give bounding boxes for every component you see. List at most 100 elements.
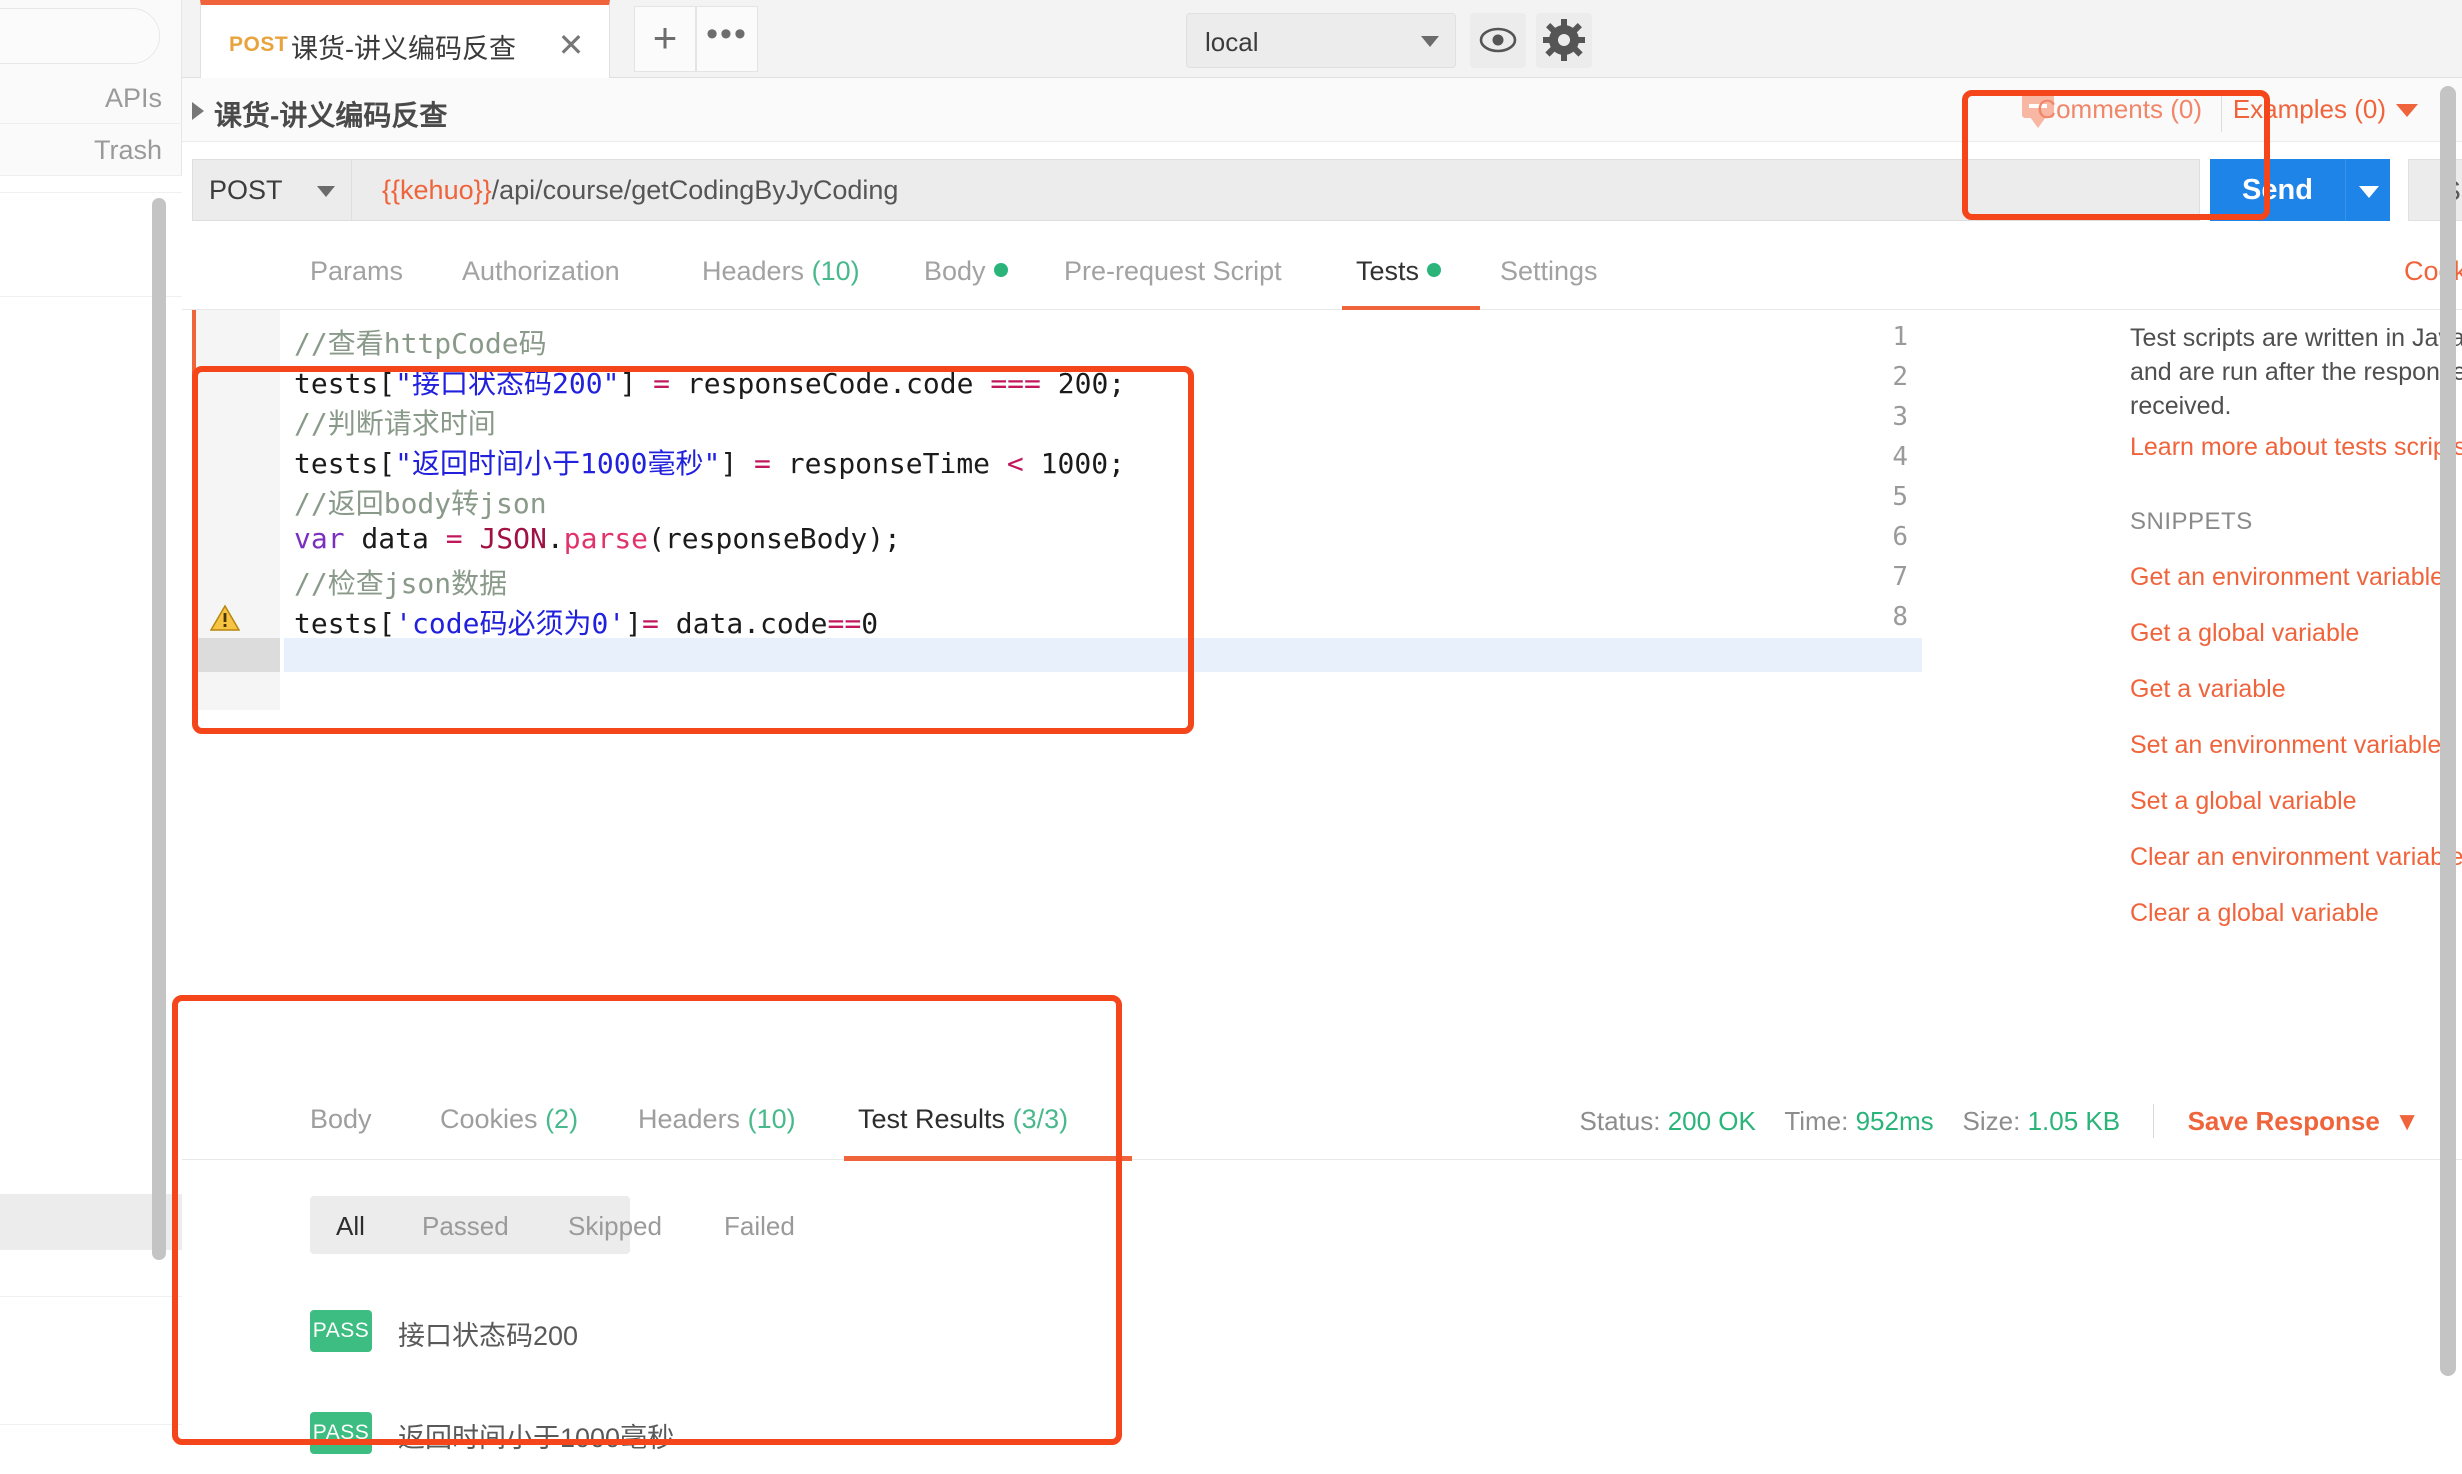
code-line: //检查json数据 bbox=[294, 562, 507, 602]
send-button[interactable]: Send bbox=[2210, 159, 2390, 221]
divider bbox=[2221, 90, 2222, 132]
code-token: var bbox=[294, 522, 345, 555]
environment-selected-label: local bbox=[1205, 27, 1259, 57]
line-number: 8 bbox=[1892, 602, 1908, 632]
learn-more-link[interactable]: Learn more about tests scripts bbox=[2130, 433, 2462, 462]
filter-all[interactable]: All bbox=[336, 1211, 365, 1242]
plus-icon[interactable]: + bbox=[634, 6, 696, 72]
sidebar-scrollbar[interactable] bbox=[152, 198, 166, 1260]
gear-icon[interactable] bbox=[1536, 13, 1592, 68]
code-token: = bbox=[754, 447, 771, 480]
code-line: //查看httpCode码 bbox=[294, 322, 547, 362]
close-icon[interactable]: ✕ bbox=[551, 25, 591, 65]
sidebar-item-label: APIs bbox=[104, 83, 162, 113]
code-line: tests["接口状态码200"] = responseCode.code ==… bbox=[294, 362, 1125, 402]
snippet-item[interactable]: Get a global variable bbox=[2130, 619, 2462, 648]
code-token: //判断请求时间 bbox=[294, 407, 496, 440]
line-number: 1 bbox=[1892, 322, 1908, 352]
code-token: parse bbox=[563, 522, 649, 555]
filter-skipped[interactable]: Skipped bbox=[568, 1211, 662, 1242]
code-token: = bbox=[653, 367, 671, 400]
url-bar: POST {{kehuo}}/api/course/getCodingByJyC… bbox=[182, 142, 2462, 238]
http-method-select[interactable]: POST bbox=[192, 159, 352, 221]
tab-settings[interactable]: Settings bbox=[1500, 256, 1598, 287]
snippet-item[interactable]: Set a global variable bbox=[2130, 787, 2462, 816]
code-token: JSON bbox=[479, 522, 547, 555]
line-number: 7 bbox=[1892, 562, 1908, 592]
code-token: == bbox=[827, 607, 862, 640]
code-token: 'code码必须为0' bbox=[395, 607, 626, 640]
tests-code-editor[interactable]: //查看httpCode码 tests["接口状态码200"] = respons… bbox=[192, 310, 1922, 710]
line-number: 2 bbox=[1892, 362, 1908, 392]
tab-label: Tests bbox=[1356, 256, 1420, 286]
chevron-down-icon bbox=[1421, 36, 1439, 47]
tab-count: (10) bbox=[811, 256, 860, 286]
snippet-item[interactable]: Clear an environment variable bbox=[2130, 843, 2462, 872]
response-status-group: Status: 200 OK Time: 952ms Size: 1.05 KB… bbox=[1580, 1104, 2420, 1138]
snippet-item[interactable]: Get a variable bbox=[2130, 675, 2462, 704]
chevron-right-icon[interactable] bbox=[192, 102, 204, 120]
code-token: data bbox=[344, 522, 446, 555]
chevron-down-icon[interactable] bbox=[2396, 104, 2418, 117]
response-tab-headers[interactable]: Headers (10) bbox=[638, 1104, 796, 1135]
code-line: var data = JSON.parse(responseBody); bbox=[294, 522, 901, 555]
line-number: 5 bbox=[1892, 482, 1908, 512]
snippets-panel: Test scripts are written in JavaScript, … bbox=[2130, 322, 2462, 928]
filter-passed[interactable]: Passed bbox=[422, 1211, 509, 1242]
tab-pre-request-script[interactable]: Pre-request Script bbox=[1064, 256, 1282, 287]
sidebar-item-label: Trash bbox=[93, 135, 162, 165]
filter-failed[interactable]: Failed bbox=[724, 1211, 795, 1242]
code-token: data.code bbox=[658, 607, 828, 640]
snippet-item[interactable]: Clear a global variable bbox=[2130, 899, 2462, 928]
code-token: //查看httpCode码 bbox=[294, 327, 547, 360]
snippet-item[interactable]: Get an environment variable bbox=[2130, 563, 2462, 592]
tab-label: Cookies bbox=[440, 1104, 538, 1134]
code-line: tests["返回时间小于1000毫秒"] = responseTime < 1… bbox=[294, 442, 1125, 482]
save-response-button[interactable]: Save Response bbox=[2188, 1106, 2380, 1136]
sidebar-item-apis[interactable]: APIs bbox=[0, 72, 182, 124]
tab-label: Headers bbox=[638, 1104, 741, 1134]
environment-selector[interactable]: local bbox=[1186, 13, 1456, 68]
code-token: === bbox=[990, 367, 1041, 400]
request-tab-strip: POST 课货-讲义编码反查 ✕ + ••• local bbox=[182, 0, 2462, 78]
warning-triangle-icon[interactable] bbox=[209, 604, 241, 632]
code-token: tests[ bbox=[294, 447, 396, 480]
code-token: //返回body转json bbox=[294, 487, 547, 520]
tab-count: (2) bbox=[545, 1104, 579, 1134]
url-input[interactable]: {{kehuo}}/api/course/getCodingByJyCoding bbox=[352, 159, 2200, 221]
examples-link[interactable]: Examples (0) bbox=[2233, 94, 2386, 125]
ellipsis-icon[interactable]: ••• bbox=[696, 6, 758, 72]
sidebar-search-input[interactable] bbox=[0, 8, 160, 64]
code-token: < bbox=[1006, 447, 1024, 480]
comments-link[interactable]: Comments (0) bbox=[2037, 94, 2202, 125]
status-badge: PASS bbox=[310, 1310, 372, 1352]
tab-body[interactable]: Body bbox=[924, 256, 1008, 287]
tab-authorization[interactable]: Authorization bbox=[462, 256, 620, 287]
test-result-name: 接口状态码200 bbox=[398, 1321, 579, 1351]
tab-label: Headers bbox=[702, 256, 805, 286]
response-tab-test-results[interactable]: Test Results (3/3) bbox=[858, 1104, 1068, 1135]
unsaved-dot-icon bbox=[993, 263, 1008, 277]
code-token: tests[ bbox=[294, 607, 396, 640]
response-tab-cookies[interactable]: Cookies (2) bbox=[440, 1104, 578, 1135]
page-scrollbar[interactable] bbox=[2440, 86, 2456, 1376]
tab-headers[interactable]: Headers (10) bbox=[702, 256, 860, 287]
tab-label: Params bbox=[310, 256, 404, 286]
chevron-down-icon[interactable] bbox=[2345, 159, 2390, 221]
tab-label: Body bbox=[924, 256, 986, 286]
unsaved-dot-icon bbox=[1427, 263, 1442, 277]
request-tab[interactable]: POST 课货-讲义编码反查 ✕ bbox=[200, 0, 610, 78]
response-tab-body[interactable]: Body bbox=[310, 1104, 372, 1135]
tab-count: (3/3) bbox=[1012, 1104, 1069, 1134]
tab-tests[interactable]: Tests bbox=[1356, 256, 1442, 287]
code-line: //判断请求时间 bbox=[294, 402, 496, 442]
test-result-filter-bar: All Passed Skipped Failed bbox=[310, 1196, 795, 1254]
tab-params[interactable]: Params bbox=[310, 256, 403, 287]
chevron-down-icon bbox=[317, 186, 335, 197]
divider bbox=[0, 192, 182, 193]
eye-icon[interactable] bbox=[1470, 13, 1526, 68]
chevron-down-icon[interactable]: ▼ bbox=[2387, 1106, 2420, 1136]
snippet-item[interactable]: Set an environment variable bbox=[2130, 731, 2462, 760]
page-title: 课货-讲义编码反查 bbox=[214, 100, 448, 131]
sidebar-item-trash[interactable]: Trash bbox=[0, 124, 182, 176]
